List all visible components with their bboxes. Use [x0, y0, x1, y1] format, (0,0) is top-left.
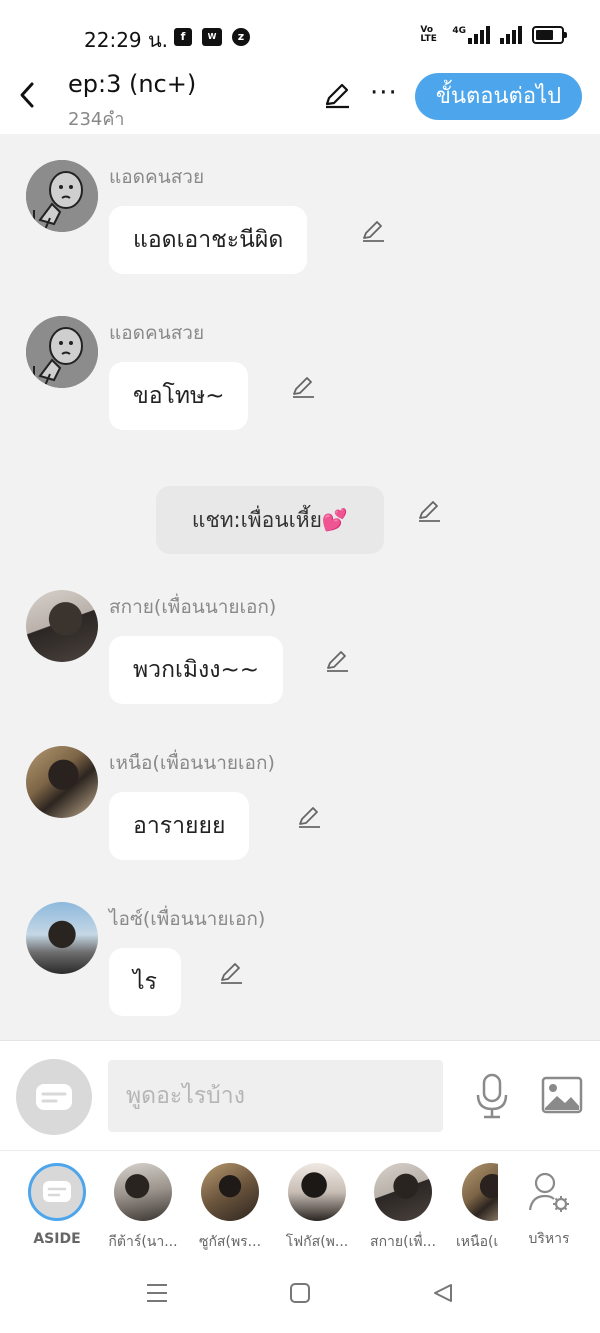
- aside-avatar: [28, 1163, 86, 1221]
- menu-icon[interactable]: [146, 1282, 168, 1304]
- sketch-face-icon: [26, 316, 98, 388]
- avatar: [374, 1163, 432, 1221]
- avatar: [201, 1163, 259, 1221]
- sender-name: ไอซ์(เพื่อนนายเอก): [109, 908, 266, 930]
- character-item[interactable]: เหนือ(เ: [448, 1163, 498, 1253]
- character-name: ASIDE: [33, 1231, 81, 1247]
- character-name: โฟกัส(พ...: [285, 1234, 349, 1250]
- message-bubble[interactable]: ขอโทษ~: [109, 362, 249, 430]
- battery-icon: [532, 26, 567, 44]
- edit-pencil-icon[interactable]: [322, 80, 352, 110]
- status-bar: 22:29 น. f W z Vo LTE 4G: [0, 0, 600, 68]
- word-count: 234คำ: [68, 109, 125, 130]
- character-selector: ASIDE กีต้าร์(นา... ซูกัส(พร... โฟกัส(พ.…: [0, 1150, 600, 1254]
- facebook-icon: f: [174, 28, 192, 46]
- character-name: สกาย(เพื่...: [370, 1234, 436, 1250]
- chat-area[interactable]: แอดคนสวย แอดเอาชะนีผิด แอดคนสวย ขอโทษ~ แ…: [0, 134, 600, 1040]
- avatar[interactable]: [26, 746, 98, 818]
- avatar[interactable]: [26, 590, 98, 662]
- avatar: [114, 1163, 172, 1221]
- character-name: กีต้าร์(นา...: [108, 1234, 178, 1250]
- character-name: บริหาร: [528, 1231, 570, 1247]
- speech-bubble-icon: [36, 1084, 72, 1110]
- message-input[interactable]: [108, 1060, 443, 1132]
- avatar: [462, 1163, 498, 1221]
- microphone-icon[interactable]: [474, 1073, 510, 1119]
- manage-characters-button[interactable]: บริหาร: [507, 1163, 591, 1250]
- image-icon[interactable]: [541, 1076, 583, 1114]
- character-item[interactable]: โฟกัส(พ...: [275, 1163, 359, 1253]
- more-options-icon[interactable]: ···: [370, 80, 398, 106]
- character-item[interactable]: กีต้าร์(นา...: [101, 1163, 185, 1253]
- sender-name: สกาย(เพื่อนนายเอก): [109, 596, 277, 618]
- character-aside[interactable]: ASIDE: [15, 1163, 99, 1247]
- app-z-icon: z: [232, 28, 250, 46]
- status-indicators: Vo LTE 4G: [420, 25, 567, 44]
- editor-header: ep:3 (nc+) 234คำ ··· ขั้นตอนต่อไป: [0, 68, 600, 134]
- character-name: ซูกัส(พร...: [198, 1234, 262, 1250]
- system-nav-bar: [0, 1254, 600, 1333]
- network-type: 4G: [452, 26, 466, 36]
- sketch-face-icon: [26, 160, 98, 232]
- manage-characters-icon: [528, 1172, 569, 1212]
- avatar[interactable]: [26, 902, 98, 974]
- message-bubble[interactable]: ไร: [109, 948, 181, 1016]
- edit-message-icon[interactable]: [296, 804, 322, 830]
- volte-label: Vo LTE: [420, 25, 437, 44]
- edit-message-icon[interactable]: [218, 960, 244, 986]
- sender-name: เหนือ(เพื่อนนายเอก): [109, 752, 275, 774]
- message-bubble[interactable]: พวกเมิงง~~: [109, 636, 284, 704]
- signal-bars-icon: [500, 26, 522, 44]
- avatar[interactable]: [26, 160, 98, 232]
- avatar: [288, 1163, 346, 1221]
- edit-message-icon[interactable]: [290, 374, 316, 400]
- aside-toggle-button[interactable]: [16, 1059, 92, 1135]
- sender-name: แอดคนสวย: [109, 322, 205, 344]
- home-icon[interactable]: [289, 1282, 311, 1304]
- character-item[interactable]: สกาย(เพื่...: [361, 1163, 445, 1253]
- back-triangle-icon[interactable]: [432, 1282, 454, 1304]
- edit-message-icon[interactable]: [324, 648, 350, 674]
- edit-message-icon[interactable]: [360, 218, 386, 244]
- webtoon-icon: W: [202, 28, 222, 46]
- signal-4g-icon: 4G: [452, 26, 490, 44]
- message-bubble[interactable]: แอดเอาชะนีผิด: [109, 206, 308, 274]
- status-time: 22:29 น.: [84, 28, 169, 52]
- message-input-bar: [0, 1040, 600, 1150]
- narration-bubble[interactable]: แชท:เพื่อนเหี้ย💕: [156, 486, 384, 554]
- sender-name: แอดคนสวย: [109, 166, 205, 188]
- character-item[interactable]: ซูกัส(พร...: [188, 1163, 272, 1253]
- back-arrow-icon[interactable]: [14, 78, 42, 112]
- speech-bubble-icon: [43, 1181, 71, 1202]
- edit-message-icon[interactable]: [416, 498, 442, 524]
- next-step-button[interactable]: ขั้นตอนต่อไป: [415, 73, 582, 120]
- character-name: เหนือ(เ: [456, 1234, 498, 1250]
- episode-title: ep:3 (nc+): [68, 70, 197, 98]
- message-bubble[interactable]: อารายยย: [109, 792, 250, 860]
- avatar[interactable]: [26, 316, 98, 388]
